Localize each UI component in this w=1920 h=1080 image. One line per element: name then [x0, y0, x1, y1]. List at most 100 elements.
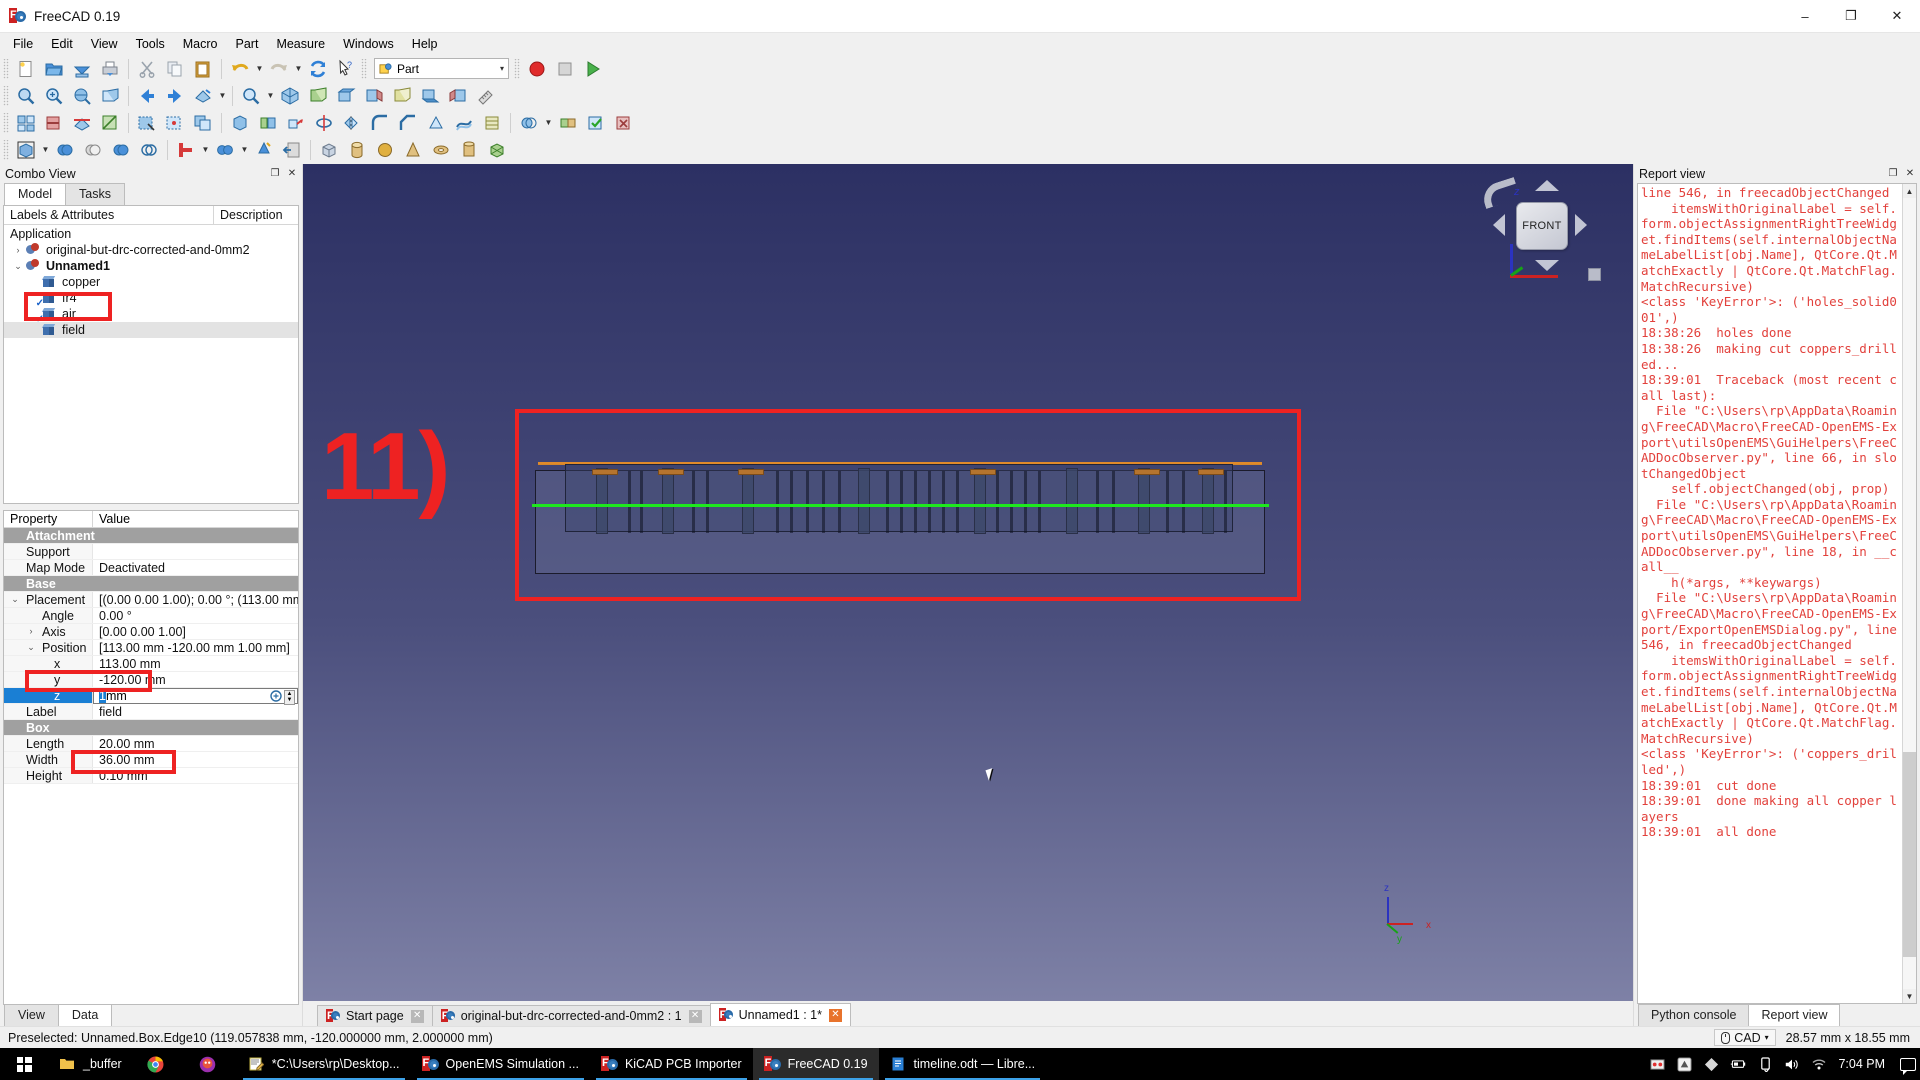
- property-row-x[interactable]: x 113.00 mm: [4, 656, 298, 672]
- taskbar-item-timeline-odt[interactable]: timeline.odt — Libre...: [879, 1048, 1047, 1080]
- doc-tab-start-page[interactable]: Start page ✕: [317, 1005, 433, 1026]
- extrude-button[interactable]: [283, 111, 309, 135]
- chevron-down-icon[interactable]: ⌄: [10, 258, 26, 274]
- taskbar-item-freecad[interactable]: FreeCAD 0.19: [752, 1048, 879, 1080]
- tab-tasks[interactable]: Tasks: [65, 183, 125, 205]
- section-cut-button[interactable]: [41, 111, 67, 135]
- report-scrollbar[interactable]: ▲ ▼: [1902, 184, 1916, 1003]
- paste-button[interactable]: [190, 57, 216, 81]
- menu-view[interactable]: View: [82, 34, 127, 54]
- box-selection-button[interactable]: [134, 111, 160, 135]
- close-icon[interactable]: ✕: [688, 1009, 702, 1023]
- attachment-button[interactable]: [173, 138, 199, 162]
- workbench-selector[interactable]: Part ▾: [374, 58, 509, 79]
- property-value[interactable]: -120.00 mm: [93, 672, 298, 687]
- zoom-dropdown-arrow[interactable]: ▼: [265, 84, 276, 108]
- notification-icon[interactable]: [1900, 1056, 1916, 1075]
- std-views-button[interactable]: [13, 111, 39, 135]
- pcb-model[interactable]: [532, 462, 1269, 781]
- taskbar-clock[interactable]: 7:04 PM: [1838, 1057, 1885, 1071]
- boolean-intersect-button[interactable]: [136, 138, 162, 162]
- expression-icon[interactable]: [270, 689, 282, 705]
- property-value[interactable]: [93, 544, 298, 559]
- close-button[interactable]: ✕: [1874, 0, 1920, 33]
- measure-button[interactable]: [473, 84, 499, 108]
- property-value[interactable]: 0.00 °: [93, 608, 298, 623]
- tab-report-view[interactable]: Report view: [1748, 1004, 1841, 1026]
- cube-primitive-button[interactable]: [316, 138, 342, 162]
- fit-all-button[interactable]: [13, 84, 39, 108]
- boolean-button[interactable]: [516, 111, 542, 135]
- shape-from-mesh-button[interactable]: [484, 138, 510, 162]
- doc-tab-unnamed1[interactable]: Unnamed1 : 1* ✕: [709, 1003, 851, 1026]
- volume-icon[interactable]: [1784, 1056, 1800, 1072]
- property-row-z[interactable]: z 1 mm ▲ ▼: [4, 688, 298, 705]
- close-icon[interactable]: ✕: [829, 1008, 842, 1022]
- view-rear-button[interactable]: [389, 84, 415, 108]
- property-col-name[interactable]: Property: [4, 511, 93, 527]
- whats-this-button[interactable]: ?: [333, 57, 359, 81]
- redo-dropdown-arrow[interactable]: ▼: [293, 57, 304, 81]
- attachment-dropdown-arrow[interactable]: ▼: [200, 138, 211, 162]
- minimize-button[interactable]: –: [1782, 0, 1828, 33]
- cylinder-primitive-button[interactable]: [344, 138, 370, 162]
- toolbar-grip[interactable]: [3, 139, 9, 160]
- property-row-height[interactable]: Height 0.10 mm: [4, 768, 298, 784]
- z-stepper[interactable]: ▲ ▼: [284, 689, 295, 705]
- make-face-button[interactable]: [423, 111, 449, 135]
- boolean-union-button[interactable]: [52, 138, 78, 162]
- cross-sections-button[interactable]: [479, 111, 505, 135]
- thickness-button[interactable]: [251, 138, 277, 162]
- nav-forward-button[interactable]: [162, 84, 188, 108]
- 3d-viewport[interactable]: z FRONT z x y 11): [303, 164, 1633, 1001]
- close-icon[interactable]: ✕: [410, 1009, 424, 1023]
- tree-item-fr4[interactable]: fr4: [4, 290, 298, 306]
- menu-tools[interactable]: Tools: [127, 34, 174, 54]
- navcube-face[interactable]: FRONT: [1516, 202, 1568, 250]
- chevron-down-icon[interactable]: ⌄: [26, 642, 36, 653]
- drive-icon[interactable]: [1676, 1056, 1692, 1072]
- ruled-surface-button[interactable]: [451, 111, 477, 135]
- macro-execute-button[interactable]: [580, 57, 606, 81]
- property-value[interactable]: 113.00 mm: [93, 656, 298, 671]
- tree-col-description[interactable]: Description: [214, 206, 298, 224]
- zoom-select-button[interactable]: [238, 84, 264, 108]
- navcube-arrow-right[interactable]: [1575, 214, 1587, 236]
- draw-style-button[interactable]: [69, 84, 95, 108]
- scroll-down-arrow[interactable]: ▼: [1903, 989, 1916, 1003]
- scroll-track[interactable]: [1903, 198, 1916, 989]
- tree-item-copper[interactable]: copper: [4, 274, 298, 290]
- tab-model[interactable]: Model: [4, 183, 67, 205]
- boolean-common-button[interactable]: [108, 138, 134, 162]
- tree-col-labels[interactable]: Labels & Attributes: [4, 206, 214, 224]
- taskbar-item-buffer[interactable]: _buffer: [48, 1048, 133, 1080]
- redo-button[interactable]: [266, 57, 292, 81]
- diamond-icon[interactable]: [1703, 1056, 1719, 1072]
- freeze-dropdown-arrow[interactable]: ▼: [217, 84, 228, 108]
- tab-data[interactable]: Data: [57, 1004, 113, 1026]
- view-isometric-button[interactable]: [277, 84, 303, 108]
- navcube-arrow-up[interactable]: [1535, 180, 1559, 191]
- windows-start-icon[interactable]: [0, 1048, 48, 1080]
- tree-item-field[interactable]: ✓ field: [4, 315, 298, 338]
- navigation-cube[interactable]: z FRONT: [1479, 176, 1601, 291]
- taskbar-item-firefox[interactable]: [185, 1048, 237, 1080]
- menu-measure[interactable]: Measure: [267, 34, 334, 54]
- open-document-button[interactable]: [41, 57, 67, 81]
- property-row-length[interactable]: Length 20.00 mm: [4, 736, 298, 752]
- taskbar-item-openems[interactable]: OpenEMS Simulation ...: [411, 1048, 590, 1080]
- box-primitive-button[interactable]: [13, 138, 39, 162]
- tab-view[interactable]: View: [4, 1004, 59, 1026]
- defeaturing-button[interactable]: [611, 111, 637, 135]
- tree-item-original-doc[interactable]: › original-but-drc-corrected-and-0mm2: [4, 242, 298, 258]
- property-row-label[interactable]: Label field: [4, 704, 298, 720]
- menu-edit[interactable]: Edit: [42, 34, 82, 54]
- box-primitive-dropdown-arrow[interactable]: ▼: [40, 138, 51, 162]
- tree-item-air[interactable]: ✓ air: [4, 299, 298, 322]
- property-row-placement[interactable]: ⌄ Placement [(0.00 0.00 1.00); 0.00 °; (…: [4, 592, 298, 608]
- fit-selection-button[interactable]: [41, 84, 67, 108]
- toolbar-grip[interactable]: [3, 112, 9, 133]
- taskbar-item-notepad[interactable]: *C:\Users\rp\Desktop...: [237, 1048, 411, 1080]
- tab-python-console[interactable]: Python console: [1638, 1004, 1750, 1026]
- part-primitives-button[interactable]: [227, 111, 253, 135]
